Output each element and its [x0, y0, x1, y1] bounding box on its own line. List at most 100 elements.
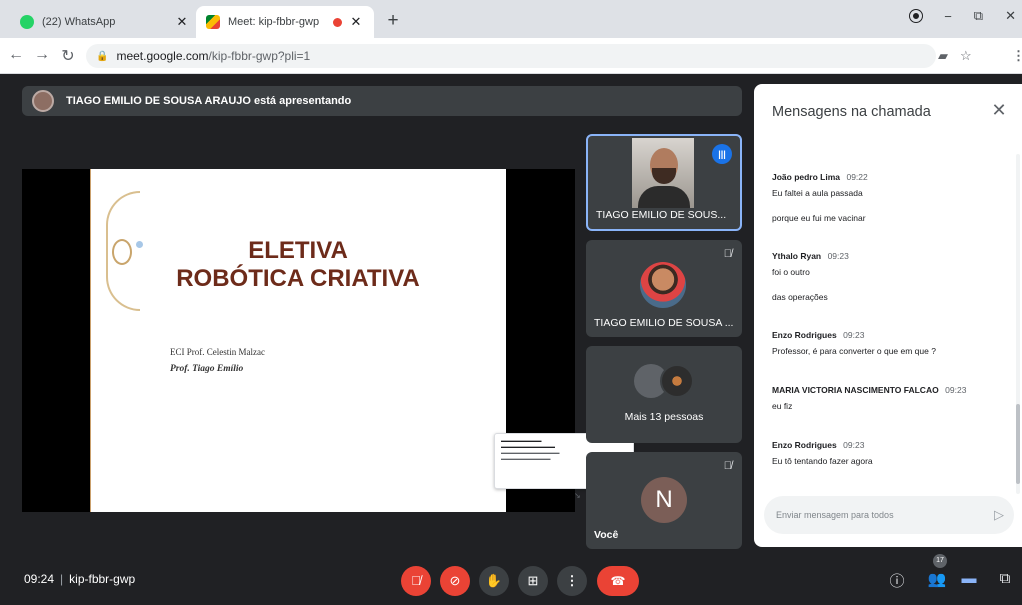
separator: |	[60, 572, 64, 586]
slide-border	[90, 169, 91, 512]
chat-input-box[interactable]: ▷	[764, 496, 1014, 534]
info-icon[interactable]: ⓘ	[886, 570, 908, 591]
people-icon[interactable]: 👥	[926, 570, 948, 588]
video-body	[638, 186, 690, 208]
chat-message-group: Ythalo Ryan 09:23 foi o outro das operaç…	[772, 246, 1007, 302]
scrollbar-thumb[interactable]	[1016, 404, 1020, 484]
message-text: eu fiz	[772, 401, 793, 411]
url-host: meet.google.com	[116, 49, 209, 63]
chat-title: Mensagens na chamada	[772, 104, 931, 120]
participant-name: TIAGO EMILIO DE SOUSA ...	[594, 317, 734, 329]
tab-title: Meet: kip-fbbr-gwp	[228, 16, 320, 28]
message-time: 09:22	[846, 172, 868, 182]
tab-title: (22) WhatsApp	[42, 16, 116, 28]
slide-title: ELETIVA	[248, 237, 348, 264]
recording-icon	[333, 17, 342, 27]
more-options-button[interactable]: ⋮	[557, 566, 587, 596]
back-arrow-icon[interactable]: ←	[6, 46, 26, 64]
tab-close-icon[interactable]: ✕	[174, 14, 190, 30]
participant-video	[632, 138, 694, 208]
present-screen-button[interactable]: ⊞	[518, 566, 548, 596]
camera-off-button[interactable]: ⊘	[440, 566, 470, 596]
message-time: 09:23	[827, 251, 849, 261]
minimize-button[interactable]: −	[944, 9, 952, 24]
send-icon[interactable]: ▷	[994, 507, 1004, 523]
message-time: 09:23	[843, 330, 865, 340]
message-text: Professor, é para converter o que em que…	[772, 346, 936, 356]
browser-tab-bar: (22) WhatsApp ✕ Meet: kip-fbbr-gwp ✕ + −…	[0, 0, 1022, 38]
meeting-time: 09:24	[24, 572, 55, 586]
whatsapp-icon	[20, 15, 34, 29]
slide-subtitle: ROBÓTICA CRIATIVA	[176, 265, 420, 292]
restore-button[interactable]: ⧉	[974, 8, 983, 24]
activities-icon[interactable]: ⧉	[994, 570, 1016, 587]
profile-indicator-icon[interactable]	[910, 10, 923, 22]
participant-tile[interactable]: 🎙̸ TIAGO EMILIO DE SOUSA ...	[586, 240, 742, 337]
people-count-badge: 17	[933, 554, 947, 568]
speaking-indicator-icon: |||	[712, 144, 732, 164]
tab-whatsapp[interactable]: (22) WhatsApp ✕	[10, 6, 200, 38]
raise-hand-button[interactable]: ✋	[479, 566, 509, 596]
more-participants-tile[interactable]: Mais 13 pessoas	[586, 346, 742, 443]
meet-area: TIAGO EMILIO DE SOUSA ARAUJO está aprese…	[0, 74, 1022, 605]
message-text: Eu faltei a aula passada	[772, 188, 863, 198]
chat-message-group: Enzo Rodrigues 09:23 Eu tô tentando faze…	[772, 435, 1007, 466]
message-sender: MARIA VICTORIA NASCIMENTO FALCAO	[772, 385, 939, 395]
url-bar[interactable]: 🔒 meet.google.com /kip-fbbr-gwp?pli=1	[86, 44, 936, 68]
close-window-button[interactable]: ✕	[1005, 8, 1016, 24]
self-name: Você	[594, 529, 619, 541]
chat-icon[interactable]: ▬	[958, 570, 980, 587]
presentation-slide: ELETIVA ROBÓTICA CRIATIVA ECI Prof. Cele…	[90, 169, 634, 512]
message-sender: Enzo Rodrigues	[772, 330, 837, 340]
participant-avatar	[660, 364, 694, 398]
message-text: foi o outro	[772, 267, 810, 277]
shared-screen: ELETIVA ROBÓTICA CRIATIVA ECI Prof. Cele…	[22, 169, 634, 512]
tab-meet[interactable]: Meet: kip-fbbr-gwp ✕	[196, 6, 374, 38]
message-text: Eu tô tentando fazer agora	[772, 456, 873, 466]
self-tile[interactable]: 🎙̸ N Você	[586, 452, 742, 549]
forward-arrow-icon[interactable]: →	[32, 46, 52, 64]
chat-message-group: João pedro Lima 09:22 Eu faltei a aula p…	[772, 167, 1007, 223]
participant-name: TIAGO EMILIO DE SOUS...	[596, 209, 727, 221]
chat-message-group: Enzo Rodrigues 09:23 Professor, é para c…	[772, 325, 1007, 356]
chat-scrollbar[interactable]	[1016, 154, 1020, 494]
self-avatar: N	[641, 477, 687, 523]
kebab-menu-icon[interactable]: ⋮	[1012, 48, 1022, 64]
window-controls: − ⧉ ✕	[910, 8, 1016, 24]
star-icon[interactable]: ☆	[960, 48, 972, 64]
chat-message-group: MARIA VICTORIA NASCIMENTO FALCAO 09:23 e…	[772, 380, 1007, 411]
message-text: porque eu fui me vacinar	[772, 213, 866, 223]
slide-school: ECI Prof. Celestin Malzac	[170, 347, 265, 357]
chat-panel: Mensagens na chamada ✕ João pedro Lima 0…	[754, 84, 1022, 547]
mic-off-icon: 🎙̸	[723, 248, 732, 260]
mic-off-button[interactable]: 🎙̸	[401, 566, 431, 596]
new-tab-button[interactable]: +	[383, 10, 403, 32]
url-path: /kip-fbbr-gwp?pli=1	[208, 49, 311, 63]
presenter-text: TIAGO EMILIO DE SOUSA ARAUJO está aprese…	[66, 95, 352, 107]
message-time: 09:23	[945, 385, 967, 395]
meeting-code: kip-fbbr-gwp	[69, 572, 136, 586]
close-icon[interactable]: ✕	[988, 100, 1010, 121]
meeting-info: 09:24 | kip-fbbr-gwp	[24, 572, 135, 586]
chat-message-input[interactable]	[776, 510, 971, 520]
leave-call-button[interactable]: ☎	[597, 566, 639, 596]
reload-icon[interactable]: ↻	[58, 46, 78, 66]
message-time: 09:23	[843, 440, 865, 450]
video-beard	[652, 168, 676, 184]
message-sender: Enzo Rodrigues	[772, 440, 837, 450]
participant-tile-presenter[interactable]: ||| TIAGO EMILIO DE SOUS...	[586, 134, 742, 231]
participant-avatar	[640, 262, 686, 308]
message-sender: João pedro Lima	[772, 172, 841, 182]
mic-off-icon: 🎙̸	[723, 460, 732, 472]
tab-close-icon[interactable]: ✕	[348, 14, 364, 30]
meet-icon	[206, 15, 220, 29]
cursor-icon: ↘	[574, 491, 581, 500]
camera-indicator-icon[interactable]: ▰	[938, 48, 948, 64]
lock-icon: 🔒	[96, 50, 109, 62]
more-participants-label: Mais 13 pessoas	[624, 411, 704, 423]
message-text: das operações	[772, 292, 828, 302]
slide-professor: Prof. Tiago Emílio	[170, 364, 244, 374]
message-sender: Ythalo Ryan	[772, 251, 822, 261]
presenter-avatar	[32, 90, 54, 112]
presenter-banner: TIAGO EMILIO DE SOUSA ARAUJO está aprese…	[22, 86, 742, 116]
